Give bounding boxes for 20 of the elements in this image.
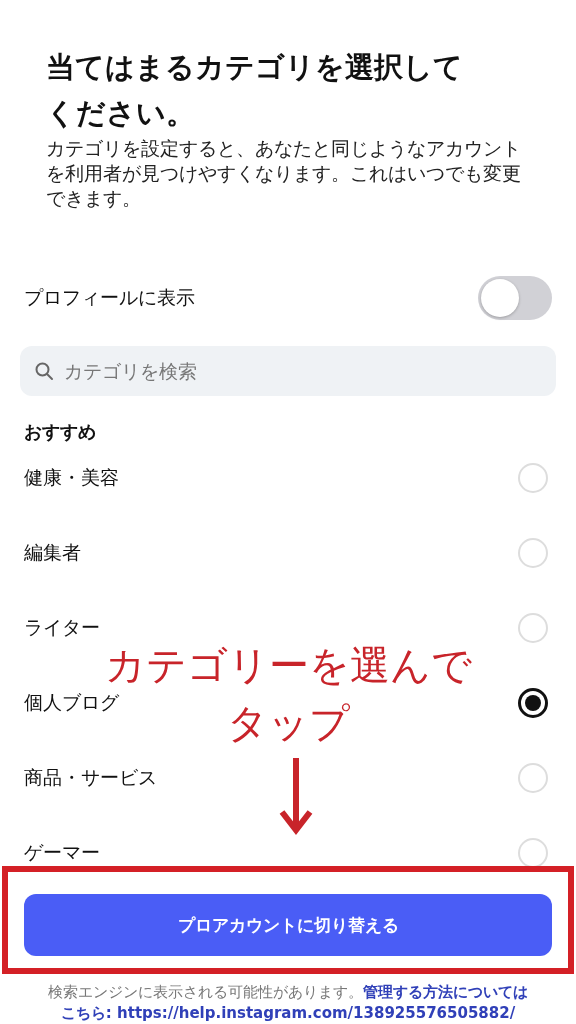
section-heading: おすすめ — [24, 420, 97, 444]
category-label: 個人ブログ — [24, 689, 119, 715]
annotation-text: タップ — [226, 699, 350, 748]
radio-button[interactable] — [518, 687, 548, 718]
category-label: 編集者 — [24, 539, 81, 565]
description: カテゴリを設定すると、あなたと同じようなアカウントを利用者が見つけやすくなります。これはいつでも変更できます。 — [46, 136, 522, 211]
annotation-text: カテゴリーを選んで — [104, 641, 472, 690]
help-link[interactable]: 管理する方法については — [363, 983, 528, 1001]
down-arrow-icon — [278, 756, 314, 836]
toggle-label: プロフィールに表示 — [24, 285, 195, 310]
switch-account-button[interactable]: プロアカウントに切り替える — [24, 894, 552, 956]
category-label: ゲーマー — [24, 839, 100, 865]
category-label: 商品・サービス — [24, 764, 157, 790]
page-title: 当てはまるカテゴリを選択してください。 — [46, 49, 464, 132]
profile-toggle[interactable] — [478, 276, 552, 320]
category-label: 健康・美容 — [24, 464, 119, 490]
help-link[interactable]: こちら: https://help.instagram.com/138925576505882/ — [60, 1004, 516, 1022]
category-label: ライター — [24, 614, 100, 640]
footer-text: 検索エンジンに表示される可能性があります。管理する方法については こちら: https://help.instagram.com/138925576505882/ — [47, 982, 529, 1024]
search-field[interactable]: カテゴリを検索 — [20, 346, 556, 396]
